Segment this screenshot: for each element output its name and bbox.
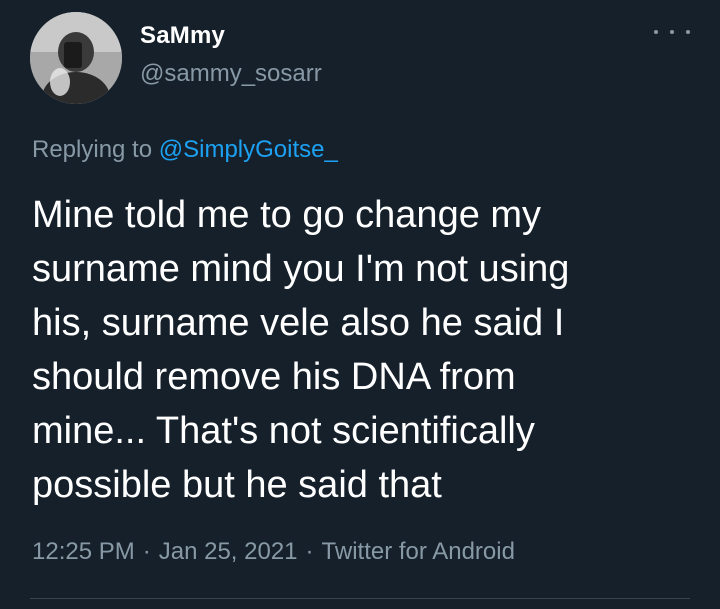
- meta-separator: ·: [305, 538, 314, 565]
- user-handle[interactable]: @sammy_sosarr: [140, 60, 322, 88]
- avatar[interactable]: [30, 12, 122, 104]
- tweet-time[interactable]: 12:25 PM: [32, 538, 135, 565]
- tweet-card: SaMmy @sammy_sosarr Replying to @SimplyG…: [0, 0, 720, 609]
- tweet-meta: 12:25 PM · Jan 25, 2021 · Twitter for Androi…: [32, 538, 515, 566]
- tweet-source[interactable]: Twitter for Android: [322, 538, 515, 565]
- display-name[interactable]: SaMmy: [140, 22, 225, 50]
- reply-mention-link[interactable]: @SimplyGoitse_: [159, 136, 338, 163]
- tweet-text: Mine told me to go change my surname min…: [32, 194, 570, 506]
- more-dot: [670, 30, 674, 34]
- meta-separator: ·: [142, 538, 151, 565]
- replying-to: Replying to @SimplyGoitse_: [32, 136, 338, 164]
- divider: [30, 598, 690, 599]
- replying-to-label: Replying to: [32, 136, 159, 163]
- tweet-date[interactable]: Jan 25, 2021: [159, 538, 298, 565]
- more-options-icon[interactable]: [654, 20, 690, 44]
- more-dot: [654, 30, 658, 34]
- profile-photo-icon: [30, 12, 122, 104]
- more-dot: [686, 30, 690, 34]
